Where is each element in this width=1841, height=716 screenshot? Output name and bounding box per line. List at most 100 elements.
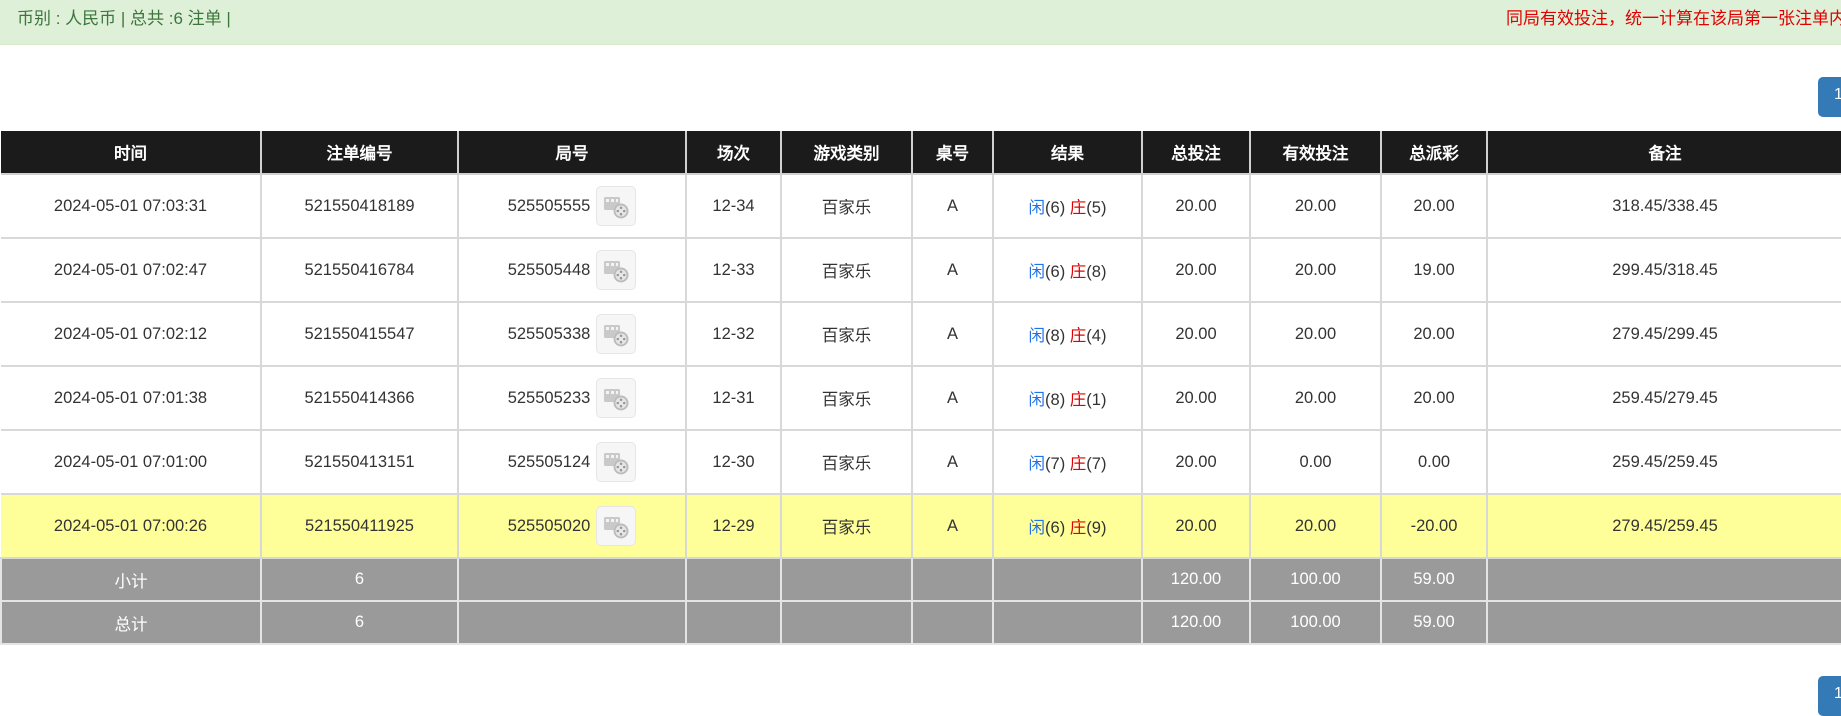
cell-total-bet-link[interactable]: 20.00 — [1141, 366, 1250, 431]
subtotal-payout: 59.00 — [1380, 558, 1487, 602]
header-table-number: 桌号 — [911, 131, 993, 175]
cell-bet-number: 521550415547 — [260, 302, 458, 367]
player-score: (6) — [1045, 263, 1066, 281]
banker-score: (5) — [1086, 199, 1107, 217]
cell-round: 525505338 — [457, 302, 686, 367]
cell-table-number: A — [911, 494, 993, 559]
video-replay-icon[interactable] — [596, 506, 637, 546]
cell-total-bet-link[interactable]: 20.00 — [1141, 494, 1250, 559]
subtotal-row: 小计 6 120.00 100.00 59.00 — [0, 558, 1841, 602]
banker-label: 庄 — [1069, 391, 1087, 409]
cell-note: 279.45/299.45 — [1486, 302, 1841, 367]
pagination-page-button[interactable]: 1 — [1818, 77, 1841, 117]
cell-payout: -20.00 — [1380, 494, 1487, 559]
cell-note: 299.45/318.45 — [1486, 238, 1841, 303]
cell-bet-number: 521550414366 — [260, 366, 458, 431]
cell-time: 2024-05-01 07:02:47 — [1, 238, 261, 303]
banker-label: 庄 — [1069, 263, 1087, 281]
video-replay-icon[interactable] — [596, 442, 637, 482]
cell-result: 闲(8) 庄(1) — [992, 366, 1142, 431]
round-number: 525505124 — [507, 452, 591, 471]
video-replay-icon[interactable] — [596, 186, 637, 226]
cell-round: 525505020 — [457, 494, 686, 559]
cell-time: 2024-05-01 07:01:00 — [1, 430, 261, 495]
player-label: 闲 — [1028, 391, 1046, 409]
cell-game-type: 百家乐 — [780, 366, 912, 431]
cell-result: 闲(7) 庄(7) — [992, 430, 1142, 495]
cell-result: 闲(6) 庄(9) — [992, 494, 1142, 559]
banker-score: (4) — [1086, 327, 1107, 345]
cell-session: 12-33 — [685, 238, 781, 303]
cell-table-number: A — [911, 366, 993, 431]
cell-game-type: 百家乐 — [780, 302, 912, 367]
cell-bet-number: 521550411925 — [260, 494, 458, 559]
header-game-type: 游戏类别 — [780, 131, 912, 175]
header-session: 场次 — [685, 131, 781, 175]
grand-total-valid-bet: 100.00 — [1249, 601, 1381, 645]
table-header-row: 时间 注单编号 局号 场次 游戏类别 桌号 结果 总投注 有效投注 总派彩 备注 — [1, 131, 1841, 175]
cell-time: 2024-05-01 07:01:38 — [1, 366, 261, 431]
cell-total-bet-link[interactable]: 20.00 — [1141, 238, 1250, 303]
pagination-page-button-bottom[interactable]: 1 — [1818, 676, 1841, 716]
cell-table-number: A — [911, 174, 993, 239]
cell-valid-bet: 20.00 — [1249, 366, 1381, 431]
cell-total-bet-link[interactable]: 20.00 — [1141, 174, 1250, 239]
cell-result: 闲(8) 庄(4) — [992, 302, 1142, 367]
banker-score: (1) — [1086, 391, 1107, 409]
table-row: 2024-05-01 07:01:38 521550414366 525505233… — [1, 366, 1841, 431]
video-replay-icon[interactable] — [596, 250, 637, 290]
cell-time: 2024-05-01 07:00:26 — [1, 494, 261, 559]
table-row: 2024-05-01 07:03:31 521550418189 525505555… — [1, 174, 1841, 239]
cell-bet-number: 521550416784 — [260, 238, 458, 303]
grand-total-row: 总计 6 120.00 100.00 59.00 — [0, 601, 1841, 645]
cell-session: 12-29 — [685, 494, 781, 559]
grand-total-count: 6 — [260, 601, 458, 645]
table-row: 2024-05-01 07:02:47 521550416784 525505448… — [1, 238, 1841, 303]
cell-note: 279.45/259.45 — [1486, 494, 1841, 559]
video-replay-icon[interactable] — [596, 314, 637, 354]
cell-session: 12-34 — [685, 174, 781, 239]
banker-label: 庄 — [1069, 199, 1087, 217]
player-label: 闲 — [1028, 199, 1046, 217]
cell-note: 259.45/259.45 — [1486, 430, 1841, 495]
cell-table-number: A — [911, 238, 993, 303]
player-score: (6) — [1045, 519, 1066, 537]
subtotal-valid-bet: 100.00 — [1249, 558, 1381, 602]
cell-round: 525505448 — [457, 238, 686, 303]
cell-note: 259.45/279.45 — [1486, 366, 1841, 431]
subtotal-count: 6 — [260, 558, 458, 602]
banker-label: 庄 — [1069, 455, 1087, 473]
table-row: 2024-05-01 07:02:12 521550415547 525505338… — [1, 302, 1841, 367]
cell-game-type: 百家乐 — [780, 430, 912, 495]
cell-round: 525505124 — [457, 430, 686, 495]
header-result: 结果 — [992, 131, 1142, 175]
banker-label: 庄 — [1069, 519, 1087, 537]
banker-score: (7) — [1086, 455, 1107, 473]
cell-bet-number: 521550418189 — [260, 174, 458, 239]
grand-total-payout: 59.00 — [1380, 601, 1487, 645]
cell-game-type: 百家乐 — [780, 494, 912, 559]
notice-text: 同局有效投注，统一计算在该局第一张注单内 — [1506, 9, 1841, 28]
cell-payout: 20.00 — [1380, 366, 1487, 431]
cell-bet-number: 521550413151 — [260, 430, 458, 495]
banker-score: (9) — [1086, 519, 1107, 537]
cell-payout: 19.00 — [1380, 238, 1487, 303]
cell-payout: 20.00 — [1380, 174, 1487, 239]
cell-result: 闲(6) 庄(8) — [992, 238, 1142, 303]
cell-total-bet-link[interactable]: 20.00 — [1141, 302, 1250, 367]
header-time: 时间 — [1, 131, 261, 175]
cell-valid-bet: 20.00 — [1249, 494, 1381, 559]
grand-total-total-bet: 120.00 — [1141, 601, 1250, 645]
cell-time: 2024-05-01 07:03:31 — [1, 174, 261, 239]
round-number: 525505020 — [507, 516, 591, 535]
summary-bar: 币别 : 人民币 | 总共 :6 注单 | 同局有效投注，统一计算在该局第一张注… — [0, 0, 1841, 45]
cell-payout: 0.00 — [1380, 430, 1487, 495]
cell-total-bet-link[interactable]: 20.00 — [1141, 430, 1250, 495]
banker-score: (8) — [1086, 263, 1107, 281]
cell-session: 12-30 — [685, 430, 781, 495]
cell-round: 525505555 — [457, 174, 686, 239]
video-replay-icon[interactable] — [596, 378, 637, 418]
cell-game-type: 百家乐 — [780, 238, 912, 303]
header-valid-bet: 有效投注 — [1249, 131, 1381, 175]
grand-total-label: 总计 — [0, 601, 261, 645]
